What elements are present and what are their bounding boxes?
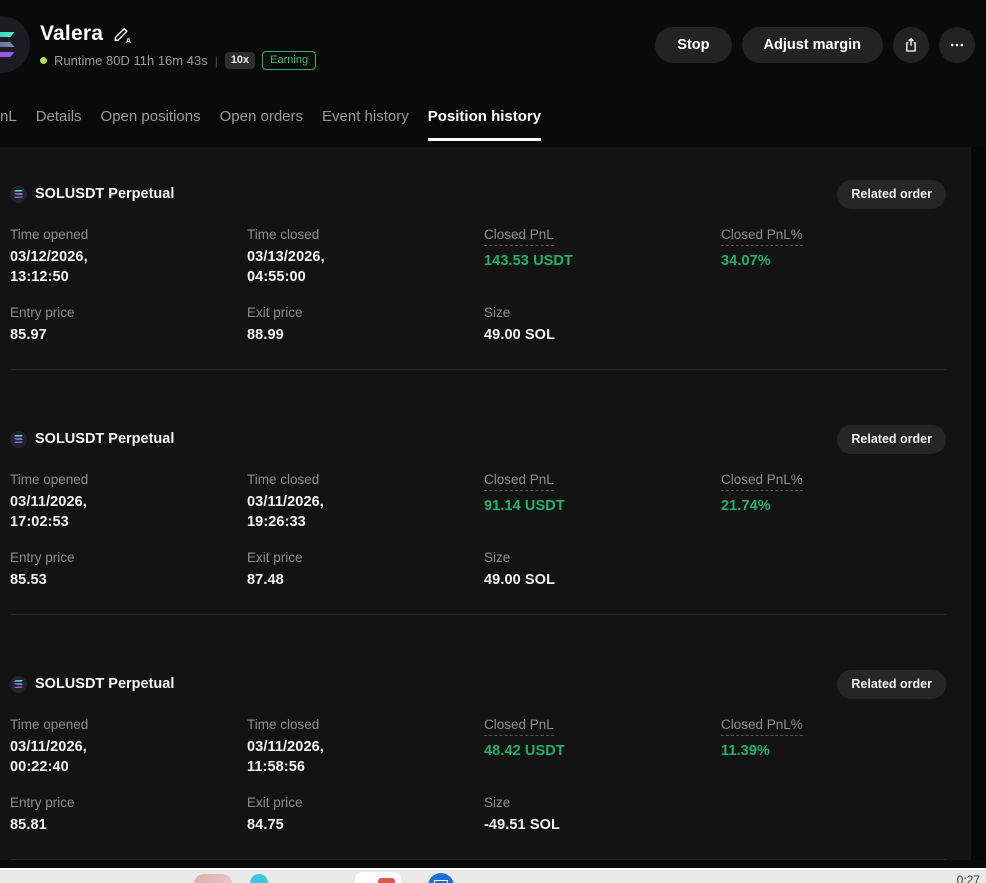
closed-pnl-value: 143.53 USDT [484,251,721,271]
stop-button[interactable]: Stop [655,27,731,63]
position-history-panel: SOLUSDT Perpetual Related order Time ope… [0,147,971,860]
closed-pnl-label[interactable]: Closed PnL [484,472,721,491]
time-closed-value: 03/11/2026,19:26:33 [247,492,484,532]
closed-pnl-pct-label[interactable]: Closed PnL% [721,227,946,246]
symbol-label: SOLUSDT Perpetual [35,431,174,447]
time-closed-label: Time closed [247,472,484,487]
symbol-label: SOLUSDT Perpetual [35,186,174,202]
dock-app-icon[interactable] [428,873,454,883]
exit-price-value: 87.48 [247,570,484,590]
header: Valera A Runtime 80D 11h 16m 43s | 10x E… [0,0,986,100]
tab-bar: nL Details Open positions Open orders Ev… [0,100,986,147]
time-closed-value: 03/11/2026,11:58:56 [247,737,484,777]
tab-open-positions[interactable]: Open positions [101,100,201,147]
size-label: Size [484,795,721,810]
dock-app-icon[interactable] [194,874,232,883]
adjust-margin-button[interactable]: Adjust margin [742,27,883,63]
tab-pnl[interactable]: nL [0,100,17,147]
share-button[interactable] [893,27,929,63]
tab-details[interactable]: Details [36,100,82,147]
time-opened-label: Time opened [10,227,247,242]
entry-price-label: Entry price [10,550,247,565]
closed-pnl-pct-value: 34.07% [721,251,946,271]
earning-status-badge: Earning [262,51,316,70]
exit-price-value: 88.99 [247,325,484,345]
closed-pnl-value: 91.14 USDT [484,496,721,516]
related-order-button[interactable]: Related order [837,425,946,454]
title-row: Valera A [40,22,132,46]
scrollbar-gutter [971,147,986,860]
share-icon [902,36,920,54]
tab-event-history[interactable]: Event history [322,100,409,147]
entry-price-label: Entry price [10,795,247,810]
more-button[interactable] [939,27,975,63]
time-closed-label: Time closed [247,717,484,732]
time-opened-value: 03/12/2026,13:12:50 [10,247,247,287]
closed-pnl-value: 48.42 USDT [484,741,721,761]
size-label: Size [484,550,721,565]
closed-pnl-pct-value: 11.39% [721,741,946,761]
closed-pnl-pct-label[interactable]: Closed PnL% [721,472,946,491]
tab-open-orders[interactable]: Open orders [220,100,303,147]
time-opened-label: Time opened [10,472,247,487]
time-opened-value: 03/11/2026,00:22:40 [10,737,247,777]
solana-icon [10,431,27,448]
related-order-button[interactable]: Related order [837,670,946,699]
solana-icon [10,186,27,203]
runtime-text: Runtime 80D 11h 16m 43s [54,53,208,68]
position-card: SOLUSDT Perpetual Related order Time ope… [0,615,971,860]
taskbar: 0:27 [0,868,986,883]
exit-price-label: Exit price [247,550,484,565]
size-label: Size [484,305,721,320]
dock-app-icon[interactable] [250,874,268,883]
entry-price-value: 85.81 [10,815,247,835]
card-divider [10,859,946,860]
solana-icon [10,676,27,693]
running-status-dot [40,57,47,64]
exit-price-label: Exit price [247,305,484,320]
entry-price-label: Entry price [10,305,247,320]
runtime-row: Runtime 80D 11h 16m 43s | 10x Earning [40,51,316,70]
position-card: SOLUSDT Perpetual Related order Time ope… [0,370,971,615]
rename-pencil-icon[interactable]: A [112,24,132,44]
size-value: 49.00 SOL [484,325,721,345]
size-value: -49.51 SOL [484,815,721,835]
ellipsis-icon [948,36,966,54]
dock-app-icon[interactable] [355,872,401,883]
exit-price-value: 84.75 [247,815,484,835]
related-order-button[interactable]: Related order [837,180,946,209]
closed-pnl-label[interactable]: Closed PnL [484,227,721,246]
time-closed-value: 03/13/2026,04:55:00 [247,247,484,287]
tab-position-history[interactable]: Position history [428,100,541,147]
time-opened-label: Time opened [10,717,247,732]
closed-pnl-label[interactable]: Closed PnL [484,717,721,736]
header-actions: Stop Adjust margin [655,27,975,63]
bot-name: Valera [40,22,103,46]
time-closed-label: Time closed [247,227,484,242]
closed-pnl-pct-label[interactable]: Closed PnL% [721,717,946,736]
solana-logo-avatar [0,16,30,73]
position-card: SOLUSDT Perpetual Related order Time ope… [0,147,971,370]
size-value: 49.00 SOL [484,570,721,590]
runtime-separator: | [215,54,218,68]
taskbar-clock: 0:27 [957,873,980,883]
leverage-badge: 10x [225,52,255,69]
entry-price-value: 85.53 [10,570,247,590]
closed-pnl-pct-value: 21.74% [721,496,946,516]
symbol-label: SOLUSDT Perpetual [35,676,174,692]
time-opened-value: 03/11/2026,17:02:53 [10,492,247,532]
exit-price-label: Exit price [247,795,484,810]
entry-price-value: 85.97 [10,325,247,345]
svg-text:A: A [126,36,132,44]
